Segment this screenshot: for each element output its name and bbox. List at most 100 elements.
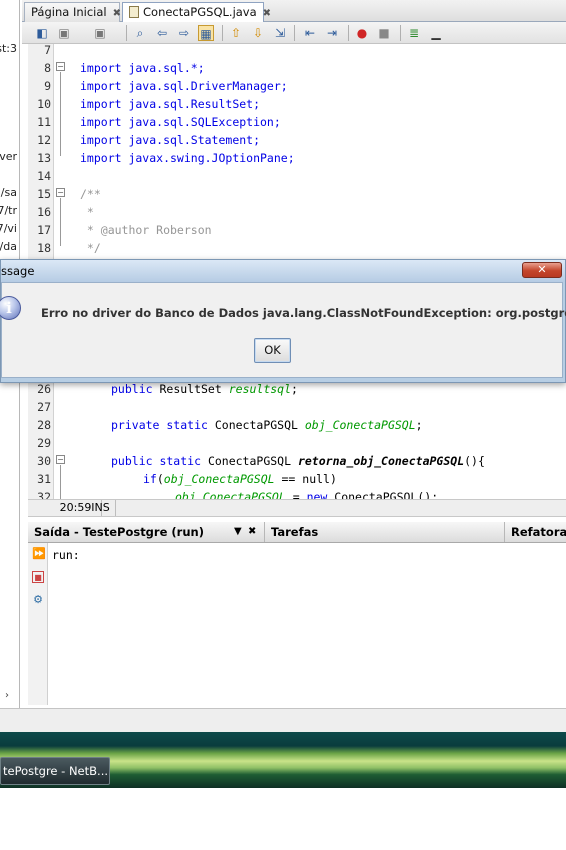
code-line: if(obj_ConectaPGSQL == null)	[143, 472, 337, 486]
stop-icon[interactable]: ■	[32, 571, 44, 583]
comment-line: /**	[80, 187, 101, 201]
uncomment-icon[interactable]: ▁	[428, 25, 444, 41]
record-macro-icon[interactable]: ●	[354, 25, 370, 41]
line-number: 9	[44, 79, 51, 93]
taskbar-netbeans-button[interactable]: tePostgre - NetB...	[0, 757, 110, 785]
project-item[interactable]: river	[0, 150, 17, 163]
insert-mode: INS	[86, 500, 116, 516]
project-item[interactable]: 7/tr	[0, 204, 17, 217]
comment-line: *	[80, 205, 94, 219]
tab-conectapgsql[interactable]: ConectaPGSQL.java ✖	[122, 2, 271, 22]
code-line: import java.sql.Statement;	[80, 133, 261, 147]
comment-line: * @author Roberson	[80, 223, 212, 237]
window-menu-icon[interactable]: ▼	[234, 522, 242, 542]
toggle-highlight-icon[interactable]: ▦	[198, 25, 214, 41]
ide-status-strip	[0, 708, 566, 732]
rerun-icon[interactable]: ⏩	[32, 548, 46, 560]
code-line: import java.sql.*;	[80, 61, 205, 75]
code-line: import java.sql.ResultSet;	[80, 97, 261, 111]
line-number: 10	[37, 97, 51, 111]
line-number: 16	[37, 205, 51, 219]
code-line-clipped: obj_ConectaPGSQL = new ConectaPGSQL();	[175, 490, 439, 499]
line-number: 26	[37, 382, 51, 396]
line-number: 12	[37, 133, 51, 147]
dialog-title-bar[interactable]: ssage	[1, 260, 565, 282]
line-number: 8	[44, 61, 51, 75]
close-icon[interactable]: ✕	[522, 262, 562, 278]
comment-icon[interactable]: ≣	[406, 25, 422, 41]
line-number: 28	[37, 418, 51, 432]
line-number: 13	[37, 151, 51, 165]
project-item[interactable]: 7/sa	[0, 186, 17, 199]
fold-guide	[60, 72, 61, 156]
dialog-title: ssage	[1, 264, 35, 278]
output-header: Saída - TestePostgre (run) ▼ ✖ Tarefas R…	[28, 522, 566, 543]
tab-tarefas[interactable]: Tarefas	[264, 522, 504, 542]
line-number: 18	[37, 241, 51, 255]
output-tab-title[interactable]: Saída - TestePostgre (run)	[28, 522, 204, 542]
close-tab-icon[interactable]: ✖	[113, 8, 121, 19]
editor-status-bar: 20:59 INS	[28, 499, 566, 517]
error-message: Erro no driver do Banco de Dados java.la…	[41, 306, 566, 320]
output-text: run:	[52, 548, 80, 562]
code-line: import javax.swing.JOptionPane;	[80, 151, 295, 165]
project-item[interactable]: st:3	[0, 42, 17, 55]
code-line: import java.sql.SQLException;	[80, 115, 281, 129]
history-forward-icon[interactable]: ▣	[92, 25, 108, 41]
line-number: 29	[37, 436, 51, 450]
fold-collapse-icon[interactable]: −	[56, 62, 65, 71]
project-item[interactable]: 7/vi	[0, 222, 17, 235]
line-number: 14	[37, 169, 51, 183]
scroll-right-icon[interactable]: ›	[5, 690, 9, 701]
settings-icon[interactable]: ⚙	[32, 594, 44, 606]
shift-right-icon[interactable]: ⇥	[324, 25, 340, 41]
close-tab-icon[interactable]: ✖	[263, 8, 271, 19]
dialog-body	[1, 282, 563, 378]
line-number: 17	[37, 223, 51, 237]
code-line: import java.sql.DriverManager;	[80, 79, 288, 93]
code-line: private static ConectaPGSQL obj_ConectaP…	[111, 418, 423, 432]
output-toolbar	[28, 543, 48, 705]
stop-macro-icon[interactable]: ■	[376, 25, 392, 41]
line-number: 27	[37, 400, 51, 414]
line-number: 31	[37, 472, 51, 486]
close-panel-icon[interactable]: ✖	[248, 522, 256, 542]
fold-guide	[60, 198, 61, 246]
toolbar-separator	[126, 25, 127, 41]
find-previous-icon[interactable]: ⇦	[154, 25, 170, 41]
history-back-icon[interactable]: ▣	[56, 25, 72, 41]
blank-area	[0, 788, 566, 850]
output-console[interactable]	[48, 543, 566, 705]
fold-guide	[60, 465, 61, 499]
toggle-bookmark-icon[interactable]: ⇲	[272, 25, 288, 41]
comment-line: */	[80, 241, 101, 255]
message-dialog: ssage ✕ i Erro no driver do Banco de Dad…	[0, 259, 566, 383]
toolbar-separator	[294, 25, 295, 41]
shift-left-icon[interactable]: ⇤	[302, 25, 318, 41]
code-line: public ResultSet resultsql;	[111, 382, 298, 396]
next-bookmark-icon[interactable]: ⇩	[250, 25, 266, 41]
editor-tabs: Página Inicial ✖ ConectaPGSQL.java ✖	[22, 0, 566, 22]
find-next-icon[interactable]: ⇨	[176, 25, 192, 41]
find-icon[interactable]: ⌕	[132, 25, 148, 41]
back-icon[interactable]: ◧	[34, 25, 50, 41]
line-number: 11	[37, 115, 51, 129]
code-line: public static ConectaPGSQL retorna_obj_C…	[111, 454, 485, 468]
ok-button[interactable]: OK	[254, 338, 291, 363]
line-number: 15	[37, 187, 51, 201]
tab-refatorando[interactable]: Refatorand	[504, 522, 566, 542]
java-file-icon	[129, 6, 139, 18]
toolbar-separator	[348, 25, 349, 41]
tab-label: Página Inicial	[31, 5, 107, 19]
tab-pagina-inicial[interactable]: Página Inicial ✖	[24, 2, 121, 22]
toolbar-separator	[400, 25, 401, 41]
previous-bookmark-icon[interactable]: ⇧	[228, 25, 244, 41]
editor-toolbar: ◧ ▣ ▣ ⌕ ⇦ ⇨ ▦ ⇧ ⇩ ⇲ ⇤ ⇥ ● ■ ≣ ▁	[22, 22, 566, 44]
fold-collapse-icon[interactable]: −	[56, 188, 65, 197]
line-number: 7	[44, 43, 51, 57]
line-number: 30	[37, 454, 51, 468]
project-item[interactable]: 6/da	[0, 240, 17, 253]
fold-collapse-icon[interactable]: −	[56, 455, 65, 464]
netbeans-window: st:3 river 7/sa 7/tr 7/vi 6/da › Página …	[0, 0, 566, 850]
toolbar-separator	[222, 25, 223, 41]
